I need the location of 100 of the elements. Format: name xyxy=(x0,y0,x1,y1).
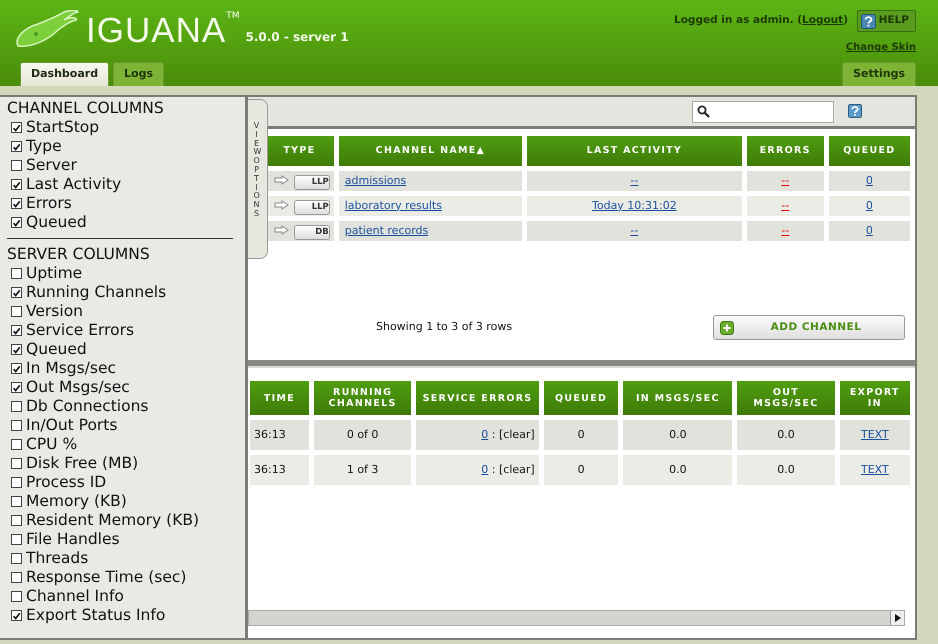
checkbox-label: Response Time (sec) xyxy=(26,568,186,587)
column-header[interactable]: OUT MSGS/SEC xyxy=(737,381,835,415)
checkbox-label: Server xyxy=(26,156,77,175)
column-header[interactable]: LAST ACTIVITY xyxy=(527,136,742,166)
column-header[interactable]: IN MSGS/SEC xyxy=(623,381,732,415)
checkbox-label: StartStop xyxy=(26,118,100,137)
column-header[interactable]: SERVICE ERRORS xyxy=(416,381,539,415)
checkbox-label: In/Out Ports xyxy=(26,416,118,435)
service-errors-link[interactable]: 0 xyxy=(481,428,488,441)
activity-link[interactable]: -- xyxy=(630,224,638,237)
column-header[interactable]: TIME xyxy=(250,381,309,415)
checkbox[interactable] xyxy=(11,591,22,602)
right-arrow-icon[interactable] xyxy=(894,614,900,622)
checkbox-label: Out Msgs/sec xyxy=(26,378,130,397)
panel-splitter[interactable] xyxy=(248,358,915,368)
help-button[interactable]: HELP xyxy=(856,10,916,32)
trademark: TM xyxy=(226,10,240,23)
horizontal-scrollbar[interactable] xyxy=(248,610,905,626)
nav-tab[interactable]: Logs xyxy=(113,62,164,86)
errors-link[interactable]: -- xyxy=(781,224,790,237)
help-icon xyxy=(860,14,876,28)
column-header[interactable]: RUNNING CHANNELS xyxy=(314,381,412,415)
checkbox[interactable] xyxy=(11,515,22,526)
errors-link[interactable]: -- xyxy=(781,174,790,187)
version-label: 5.0.0 - server 1 xyxy=(245,29,349,46)
checkbox[interactable] xyxy=(11,217,22,228)
table-cell: 36:13 xyxy=(250,420,309,450)
checkbox-label: Resident Memory (KB) xyxy=(26,511,200,530)
checkbox[interactable] xyxy=(11,363,22,374)
checkbox-label: Process ID xyxy=(26,473,106,492)
checkbox[interactable] xyxy=(11,268,22,279)
logout-link[interactable]: Logout xyxy=(802,14,844,26)
arrow-icon xyxy=(274,175,290,186)
table-cell: 36:13 xyxy=(250,455,309,485)
queued-link[interactable]: 0 xyxy=(866,174,873,187)
table-cell: 0.0 xyxy=(623,420,732,450)
checkbox[interactable] xyxy=(11,496,22,507)
add-channel-button[interactable]: ADD CHANNEL xyxy=(713,315,905,340)
checkbox[interactable] xyxy=(11,610,22,621)
checkbox[interactable] xyxy=(11,325,22,336)
queued-link[interactable]: 0 xyxy=(866,224,873,237)
clear-action[interactable]: : [clear] xyxy=(488,428,535,441)
checkbox[interactable] xyxy=(11,287,22,298)
nav-tab[interactable]: Settings xyxy=(842,62,916,86)
table-cell: 0 xyxy=(544,420,618,450)
channel-type-badge: DB xyxy=(294,224,330,240)
checkbox[interactable] xyxy=(11,306,22,317)
column-header[interactable]: ERRORS xyxy=(746,136,824,166)
checkbox[interactable] xyxy=(11,122,22,133)
table-cell: 0.0 xyxy=(737,420,835,450)
channel-type-badge: LLP xyxy=(294,174,330,190)
table-cell: 0.0 xyxy=(737,455,835,485)
checkbox[interactable] xyxy=(11,344,22,355)
checkbox[interactable] xyxy=(11,553,22,564)
export-link[interactable]: TEXT xyxy=(860,428,889,441)
column-header[interactable]: TYPE xyxy=(265,136,334,166)
iguana-logo-icon xyxy=(14,10,80,50)
errors-link[interactable]: -- xyxy=(781,198,790,212)
checkbox[interactable] xyxy=(11,458,22,469)
checkbox[interactable] xyxy=(11,534,22,545)
table-cell: 0.0 xyxy=(623,455,732,485)
checkbox[interactable] xyxy=(11,198,22,209)
checkbox[interactable] xyxy=(11,572,22,583)
checkbox-label: Export Status Info xyxy=(26,606,166,625)
checkbox-label: Channel Info xyxy=(26,587,124,606)
checkbox-label: Disk Free (MB) xyxy=(26,454,138,473)
table-cell: 1 of 3 xyxy=(314,455,412,485)
queued-link[interactable]: 0 xyxy=(866,198,873,212)
change-skin-link[interactable]: Change Skin xyxy=(846,40,916,55)
column-header[interactable]: EXPORT IN xyxy=(840,381,910,415)
checkbox-label: Type xyxy=(26,137,62,156)
nav-tab[interactable]: Dashboard xyxy=(20,62,110,86)
checkbox[interactable] xyxy=(11,160,22,171)
checkbox-label: Last Activity xyxy=(26,175,122,194)
checkbox-label: Service Errors xyxy=(26,321,134,340)
checkbox[interactable] xyxy=(11,401,22,412)
section-title: SERVER COLUMNS xyxy=(7,245,151,264)
checkbox-label: Queued xyxy=(26,340,87,359)
export-link[interactable]: TEXT xyxy=(860,462,889,476)
checkbox[interactable] xyxy=(11,420,22,431)
column-header[interactable]: QUEUED xyxy=(828,136,910,166)
column-header[interactable]: QUEUED xyxy=(544,381,618,415)
arrow-icon xyxy=(274,225,290,236)
checkbox-label: CPU % xyxy=(26,435,78,454)
search-field[interactable] xyxy=(692,100,834,122)
view-options-tab[interactable]: VIEW OPTIONS xyxy=(248,99,268,259)
activity-link[interactable]: -- xyxy=(630,174,638,187)
checkbox-label: Errors xyxy=(26,194,72,213)
checkbox[interactable] xyxy=(11,382,22,393)
checkbox[interactable] xyxy=(11,179,22,190)
checkbox[interactable] xyxy=(11,439,22,450)
clear-action[interactable]: : [clear] xyxy=(488,462,535,476)
checkbox[interactable] xyxy=(11,141,22,152)
help-icon[interactable] xyxy=(848,104,862,118)
service-errors-link[interactable]: 0 xyxy=(481,462,488,476)
table-cell: 0 xyxy=(544,455,618,485)
checkbox-label: Version xyxy=(26,302,83,321)
checkbox-label: Queued xyxy=(26,213,87,232)
column-header[interactable]: CHANNEL NAME▲ xyxy=(338,136,522,166)
checkbox[interactable] xyxy=(11,477,22,488)
